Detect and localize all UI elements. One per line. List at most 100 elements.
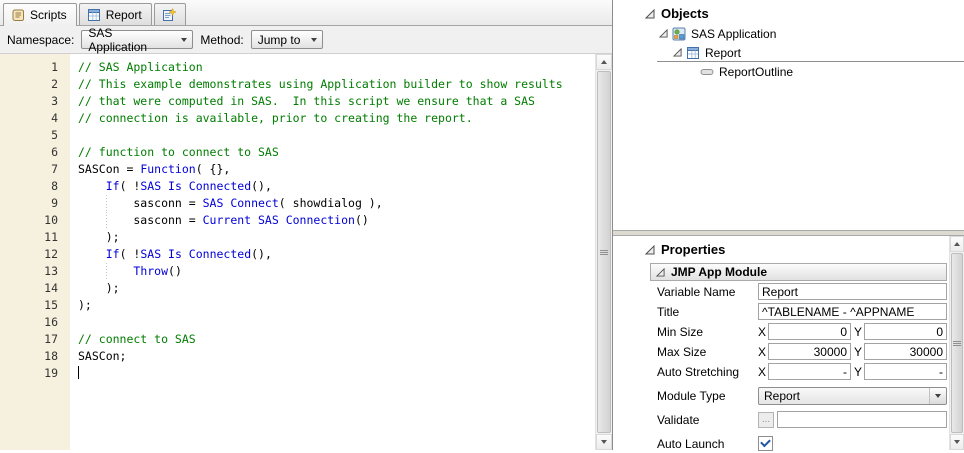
line-number: 2 xyxy=(0,76,58,93)
property-input-validate[interactable] xyxy=(777,411,947,428)
line-number: 12 xyxy=(0,246,58,263)
property-dropdown-module-type[interactable]: Report xyxy=(758,387,947,405)
property-row-auto-stretching: Auto StretchingXY xyxy=(650,362,947,381)
code-segment: ( ! xyxy=(120,179,141,193)
code-line: // that were computed in SAS. In this sc… xyxy=(78,93,595,110)
disclosure-icon[interactable] xyxy=(673,48,686,57)
property-input-max-size-x[interactable] xyxy=(768,343,851,360)
tab-label: Scripts xyxy=(30,8,67,22)
line-number: 5 xyxy=(0,127,58,144)
properties-panel-title: Properties xyxy=(661,242,725,257)
objects-panel: Objects SAS ApplicationReportReportOutli… xyxy=(613,0,964,230)
property-label: Min Size xyxy=(657,325,758,339)
method-dropdown[interactable]: Jump to xyxy=(251,30,323,49)
code-segment: sasconn = xyxy=(78,196,203,210)
code-segment: SASCon; xyxy=(78,349,126,363)
code-line: // SAS Application xyxy=(78,59,595,76)
arrow-up-icon xyxy=(954,242,960,246)
property-input-min-size-y[interactable] xyxy=(864,323,947,340)
namespace-dropdown[interactable]: SAS Application xyxy=(81,30,193,49)
tree-item-report[interactable]: Report xyxy=(613,43,964,62)
tab-scripts[interactable]: Scripts xyxy=(3,3,77,26)
property-field: Report xyxy=(758,387,947,405)
line-number: 15 xyxy=(0,297,58,314)
line-number: 13 xyxy=(0,263,58,280)
grip-icon xyxy=(953,343,961,344)
scroll-up-button[interactable] xyxy=(950,236,964,252)
property-input-variable-name[interactable] xyxy=(758,283,947,300)
validate-ellipsis-button[interactable]: ... xyxy=(758,412,774,428)
arrow-down-icon xyxy=(954,440,960,444)
code-segment: ( showdialog ), xyxy=(279,196,383,210)
disclosure-icon[interactable] xyxy=(656,268,665,277)
auto-launch-checkbox[interactable] xyxy=(758,436,773,451)
method-label: Method: xyxy=(200,33,243,47)
line-number: 8 xyxy=(0,178,58,195)
module-group-title: JMP App Module xyxy=(671,265,767,279)
property-grid: Variable NameTitleMin SizeXYMax SizeXYAu… xyxy=(650,282,947,453)
outline-icon xyxy=(700,65,715,79)
scrollbar-thumb[interactable] xyxy=(951,253,963,433)
disclosure-icon[interactable] xyxy=(659,29,672,38)
disclosure-icon[interactable] xyxy=(645,9,655,19)
disclosure-icon[interactable] xyxy=(645,245,655,255)
code-line: ); xyxy=(78,229,595,246)
property-input-max-size-y[interactable] xyxy=(864,343,947,360)
code-line: SASCon = Function( {}, xyxy=(78,161,595,178)
code-line: Throw() xyxy=(78,263,595,280)
tree-item-sas-application[interactable]: SAS Application xyxy=(613,24,964,43)
code-line xyxy=(78,365,595,382)
axis-label-y: Y xyxy=(854,345,864,359)
properties-vertical-scrollbar[interactable] xyxy=(949,236,964,450)
code-segment: ); xyxy=(78,298,92,312)
tree-item-label: ReportOutline xyxy=(719,65,793,79)
module-group-header[interactable]: JMP App Module xyxy=(650,263,947,281)
code-segment: // connection is available, prior to cre… xyxy=(78,111,473,125)
line-number: 10 xyxy=(0,212,58,229)
code-segment: If xyxy=(106,179,120,193)
code-segment: SASCon = xyxy=(78,162,140,176)
scroll-down-button[interactable] xyxy=(950,434,964,450)
script-toolbar: Namespace: SAS Application Method: Jump … xyxy=(0,26,612,54)
scrollbar-track[interactable] xyxy=(950,252,964,434)
arrow-up-icon xyxy=(601,60,607,64)
chevron-down-icon xyxy=(929,388,946,404)
code-segment: ( {}, xyxy=(196,162,231,176)
editor-vertical-scrollbar[interactable] xyxy=(595,54,612,450)
code-text-area[interactable]: // SAS Application// This example demons… xyxy=(70,54,595,450)
scrollbar-thumb[interactable] xyxy=(597,71,611,433)
scroll-down-button[interactable] xyxy=(596,434,612,450)
text-cursor xyxy=(78,366,79,379)
objects-tree: SAS Application Report ReportOutline xyxy=(613,24,964,81)
property-label: Validate xyxy=(657,413,758,427)
tree-item-label: Report xyxy=(705,46,741,60)
property-field: ... xyxy=(758,411,947,428)
property-row-min-size: Min SizeXY xyxy=(650,322,947,341)
scroll-up-button[interactable] xyxy=(596,54,612,70)
arrow-down-icon xyxy=(601,440,607,444)
line-number: 9 xyxy=(0,195,58,212)
axis-label-x: X xyxy=(758,365,768,379)
tree-item-reportoutline[interactable]: ReportOutline xyxy=(613,62,964,81)
properties-content: Properties JMP App Module Variable NameT… xyxy=(613,236,949,450)
axis-label-x: X xyxy=(758,325,768,339)
scrollbar-track[interactable] xyxy=(596,70,612,434)
tab-report[interactable]: Report xyxy=(79,3,152,25)
check-icon xyxy=(760,437,771,448)
property-input-auto-stretching-y[interactable] xyxy=(864,363,947,380)
report-icon xyxy=(686,46,701,60)
axis-label-x: X xyxy=(758,345,768,359)
tab-new-script[interactable] xyxy=(154,3,186,25)
grip-icon xyxy=(600,252,608,253)
new-script-icon xyxy=(162,8,176,22)
property-input-min-size-x[interactable] xyxy=(768,323,851,340)
property-input-title[interactable] xyxy=(758,303,947,320)
code-segment: (), xyxy=(251,247,272,261)
line-number: 16 xyxy=(0,314,58,331)
script-editor-pane: Scripts Report Namespace: SAS Application… xyxy=(0,0,612,450)
property-input-auto-stretching-x[interactable] xyxy=(768,363,851,380)
code-segment xyxy=(78,264,133,278)
code-line: // connect to SAS xyxy=(78,331,595,348)
code-line: // This example demonstrates using Appli… xyxy=(78,76,595,93)
line-number: 1 xyxy=(0,59,58,76)
